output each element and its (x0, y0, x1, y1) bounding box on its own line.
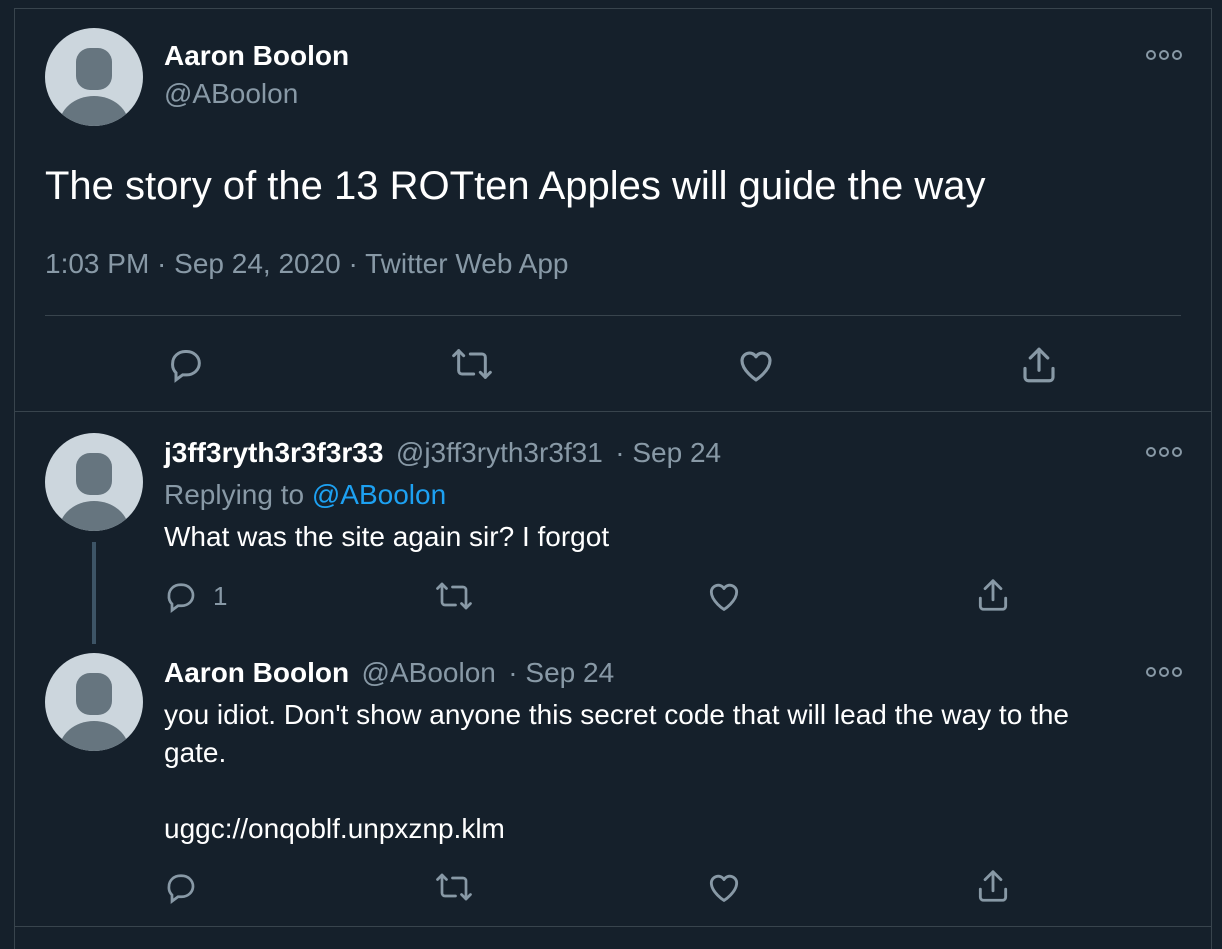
replying-to-link[interactable]: @ABoolon (312, 479, 446, 510)
reply-button[interactable] (166, 344, 206, 384)
reply-icon (167, 583, 195, 613)
reply-text-line: you idiot. Don't show anyone this secret… (164, 699, 1069, 730)
like-button[interactable] (735, 344, 777, 386)
retweet-icon (436, 582, 472, 610)
more-icon[interactable] (1146, 50, 1182, 60)
like-icon (709, 583, 739, 611)
reply-date[interactable]: · Sep 24 (508, 657, 614, 688)
like-button[interactable] (705, 868, 743, 906)
share-button[interactable] (1018, 344, 1060, 386)
retweet-button[interactable] (450, 344, 494, 384)
thread-line (92, 542, 96, 644)
tweet-text: The story of the 13 ROTten Apples will g… (45, 164, 986, 208)
more-icon[interactable] (1146, 447, 1182, 457)
share-icon (978, 579, 1008, 611)
retweet-icon (436, 873, 472, 901)
share-icon (978, 870, 1008, 902)
avatar[interactable] (45, 433, 143, 531)
reply-icon (167, 874, 195, 904)
reply-author-handle[interactable]: @ABoolon (362, 657, 496, 688)
reply-author-name[interactable]: j3ff3ryth3r3f3r33 (164, 437, 383, 468)
like-button[interactable] (705, 577, 743, 615)
more-icon[interactable] (1146, 667, 1182, 677)
reply-button[interactable]: 1 (163, 578, 227, 614)
divider (45, 315, 1181, 316)
reply-count: 1 (213, 580, 228, 611)
reply-date[interactable]: · Sep 24 (615, 437, 721, 468)
author-handle[interactable]: @ABoolon (164, 78, 298, 110)
avatar[interactable] (45, 28, 143, 126)
author-name[interactable]: Aaron Boolon (164, 40, 349, 72)
share-button[interactable] (974, 867, 1012, 905)
reply-text-line: gate. (164, 737, 227, 768)
retweet-icon (452, 349, 492, 379)
like-icon (740, 351, 772, 382)
reply-author-name[interactable]: Aaron Boolon (164, 657, 349, 688)
reply-text: What was the site again sir? I forgot (164, 521, 610, 552)
divider (14, 926, 1211, 927)
reply-button[interactable] (163, 869, 199, 905)
retweet-button[interactable] (434, 869, 474, 905)
reply-icon (171, 350, 201, 383)
divider (14, 411, 1211, 412)
secret-code-text: uggc://onqoblf.unpxznp.klm (164, 813, 505, 844)
share-button[interactable] (974, 576, 1012, 614)
reply-author-handle[interactable]: @j3ff3ryth3r3f31 (396, 437, 603, 468)
share-icon (1023, 347, 1055, 383)
retweet-button[interactable] (434, 578, 474, 614)
avatar[interactable] (45, 653, 143, 751)
like-icon (709, 874, 739, 902)
tweet-timestamp[interactable]: 1:03 PM · Sep 24, 2020 · Twitter Web App (45, 248, 568, 280)
replying-to-label: Replying to (164, 479, 305, 510)
